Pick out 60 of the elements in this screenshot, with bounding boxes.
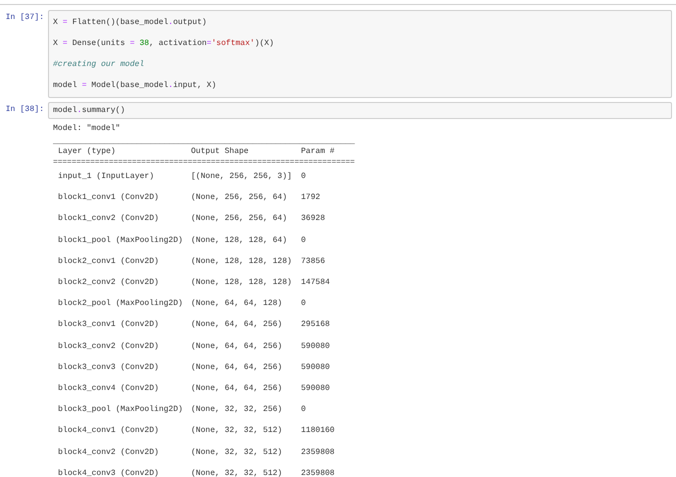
table-cell-text: (None, 128, 128, 64) [191, 234, 288, 247]
table-cell-text: block4_conv1 (Conv2D) [57, 425, 160, 438]
table-cell-text: (None, 64, 64, 256) [191, 340, 284, 353]
table-cell-text: 1792 [301, 192, 322, 204]
table-rule-text: _________________________________________________________________ [53, 138, 356, 145]
table-cell-text: block3_conv1 (Conv2D) [57, 319, 160, 332]
cell-prompt: In [38]: [4, 104, 45, 116]
table-cell-text: 0 [301, 404, 307, 416]
table-rule-text: ================================================================= [53, 160, 356, 166]
table-cell-text: 2359808 [301, 468, 336, 477]
table-cell-text: block2_conv2 (Conv2D) [57, 277, 160, 290]
table-cell-text: 73856 [301, 256, 326, 268]
code-cell[interactable]: model.summary() [48, 102, 672, 119]
code-line: model.summary() [53, 105, 126, 117]
table-cell-text: 1180160 [301, 425, 336, 438]
table-cell-text: block2_pool (MaxPooling2D) [57, 298, 184, 310]
table-cell-text: (None, 32, 32, 512) [191, 468, 284, 477]
column-header: Layer (type) [57, 147, 117, 157]
table-cell-text: 590080 [301, 362, 331, 374]
table-cell-text: (None, 64, 64, 128) [191, 298, 284, 310]
code-line: model = Model(base_model.input, X) [53, 80, 218, 92]
column-header: Param # [301, 147, 336, 157]
code-line: X = Dense(units = 38, activation='softmax')(X) [53, 38, 275, 50]
table-cell-text: block3_conv3 (Conv2D) [57, 362, 160, 374]
table-cell-text: 0 [301, 171, 307, 183]
table-cell-text: 2359808 [301, 446, 336, 459]
table-cell-text: block1_conv2 (Conv2D) [57, 213, 160, 226]
table-cell-text: (None, 256, 256, 64) [191, 192, 288, 204]
code-line: #creating our model [53, 59, 146, 71]
table-cell-text: block3_conv2 (Conv2D) [57, 340, 160, 353]
table-cell-text: input_1 (InputLayer) [57, 171, 156, 183]
table-cell-text: block3_conv4 (Conv2D) [57, 383, 160, 396]
table-cell-text: 0 [301, 298, 307, 310]
table-cell-text: block1_pool (MaxPooling2D) [57, 234, 184, 247]
table-cell-text: block2_conv1 (Conv2D) [57, 256, 160, 268]
column-header: Output Shape [191, 147, 250, 157]
table-cell-text: (None, 64, 64, 256) [191, 383, 284, 396]
table-cell-text: block4_conv2 (Conv2D) [57, 446, 160, 459]
table-cell-text: 295168 [301, 319, 331, 332]
table-cell-text: 590080 [301, 383, 331, 396]
table-cell-text: [(None, 256, 256, 3)] [191, 171, 293, 183]
table-cell-text: 590080 [301, 340, 331, 353]
table-cell-text: block3_pool (MaxPooling2D) [57, 404, 184, 416]
table-cell-text: (None, 64, 64, 256) [191, 319, 284, 332]
table-cell-text: (None, 256, 256, 64) [191, 213, 288, 226]
table-cell-text: (None, 64, 64, 256) [191, 362, 284, 374]
table-cell-text: 147584 [301, 277, 331, 290]
cell-prompt: In [37]: [4, 12, 45, 24]
output-text: Model: "model" [53, 123, 122, 135]
table-cell-text: (None, 32, 32, 512) [191, 425, 284, 438]
table-cell-text: (None, 128, 128, 128) [191, 256, 293, 268]
table-cell-text: block1_conv1 (Conv2D) [57, 192, 160, 204]
table-cell-text: (None, 32, 32, 256) [191, 404, 284, 416]
table-cell-text: 0 [301, 234, 307, 247]
table-cell-text: (None, 32, 32, 512) [191, 446, 284, 459]
table-cell-text: (None, 128, 128, 128) [191, 277, 293, 290]
table-cell-text: block4_conv3 (Conv2D) [57, 468, 160, 477]
table-cell-text: 36928 [301, 213, 326, 226]
code-line: X = Flatten()(base_model.output) [53, 17, 208, 29]
code-cell[interactable]: X = Flatten()(base_model.output) X = Dense(units = 38, activation='softmax')(X) #creating our model model = Model(base_model.input, X) [48, 10, 672, 98]
